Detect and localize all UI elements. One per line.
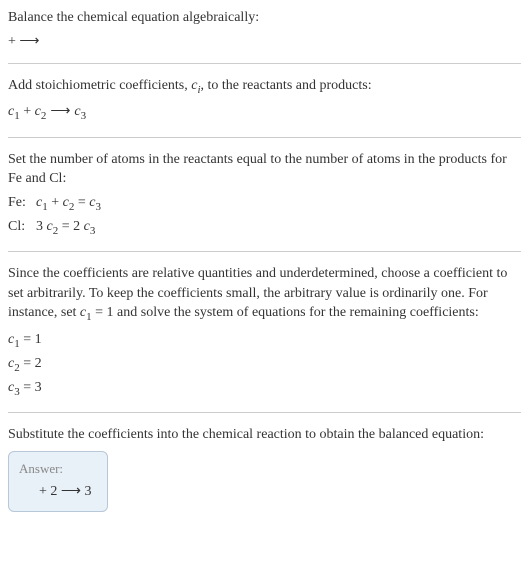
balance-title: Balance the chemical equation algebraica… xyxy=(8,8,521,28)
solve-title: Since the coefficients are relative quan… xyxy=(8,264,521,325)
cl-eq: = 2 xyxy=(58,219,83,234)
solve-title-post: = 1 and solve the system of equations fo… xyxy=(92,305,479,320)
plus: + xyxy=(20,104,35,119)
fe-plus: + xyxy=(48,195,63,210)
cl-3: 3 xyxy=(36,219,47,234)
answer-equation: + 2 ⟶ 3 xyxy=(19,482,91,502)
coeff-row: c1 = 1 xyxy=(8,330,521,352)
atom-equations: Fe: c1 + c2 = c3 Cl: 3 c2 = 2 c3 xyxy=(8,193,521,239)
coeff-row: c2 = 2 xyxy=(8,354,521,376)
section-balance-intro: Balance the chemical equation algebraica… xyxy=(8,8,521,51)
fe-eq: = xyxy=(74,195,89,210)
coeff-row: c3 = 3 xyxy=(8,378,521,400)
divider xyxy=(8,137,521,138)
stoich-title-pre: Add stoichiometric coefficients, xyxy=(8,78,191,93)
r3-val: = 3 xyxy=(20,380,42,395)
section-stoichiometric: Add stoichiometric coefficients, ci, to … xyxy=(8,76,521,124)
c3-sub: 3 xyxy=(81,110,87,122)
cl-c3-sub: 3 xyxy=(90,225,96,237)
initial-equation: + ⟶ xyxy=(8,32,521,52)
substitute-title: Substitute the coefficients into the che… xyxy=(8,425,521,445)
stoich-equation: c1 + c2 ⟶ c3 xyxy=(8,102,521,124)
cl-equation: 3 c2 = 2 c3 xyxy=(36,217,521,239)
section-solve: Since the coefficients are relative quan… xyxy=(8,264,521,400)
fe-c3-sub: 3 xyxy=(95,201,101,213)
fe-equation: c1 + c2 = c3 xyxy=(36,193,521,215)
divider xyxy=(8,251,521,252)
answer-label: Answer: xyxy=(19,460,91,478)
fe-label: Fe: xyxy=(8,193,36,215)
arrow: ⟶ xyxy=(50,102,70,122)
r2-val: = 2 xyxy=(20,356,42,371)
atoms-title: Set the number of atoms in the reactants… xyxy=(8,150,521,189)
r1-val: = 1 xyxy=(20,332,42,347)
divider xyxy=(8,63,521,64)
cl-label: Cl: xyxy=(8,217,36,239)
divider xyxy=(8,412,521,413)
c2-sub: 2 xyxy=(41,110,47,122)
section-atoms: Set the number of atoms in the reactants… xyxy=(8,150,521,240)
section-substitute: Substitute the coefficients into the che… xyxy=(8,425,521,512)
stoich-title: Add stoichiometric coefficients, ci, to … xyxy=(8,76,521,98)
coefficient-list: c1 = 1 c2 = 2 c3 = 3 xyxy=(8,330,521,401)
answer-box: Answer: + 2 ⟶ 3 xyxy=(8,451,108,513)
stoich-title-post: , to the reactants and products: xyxy=(201,78,372,93)
